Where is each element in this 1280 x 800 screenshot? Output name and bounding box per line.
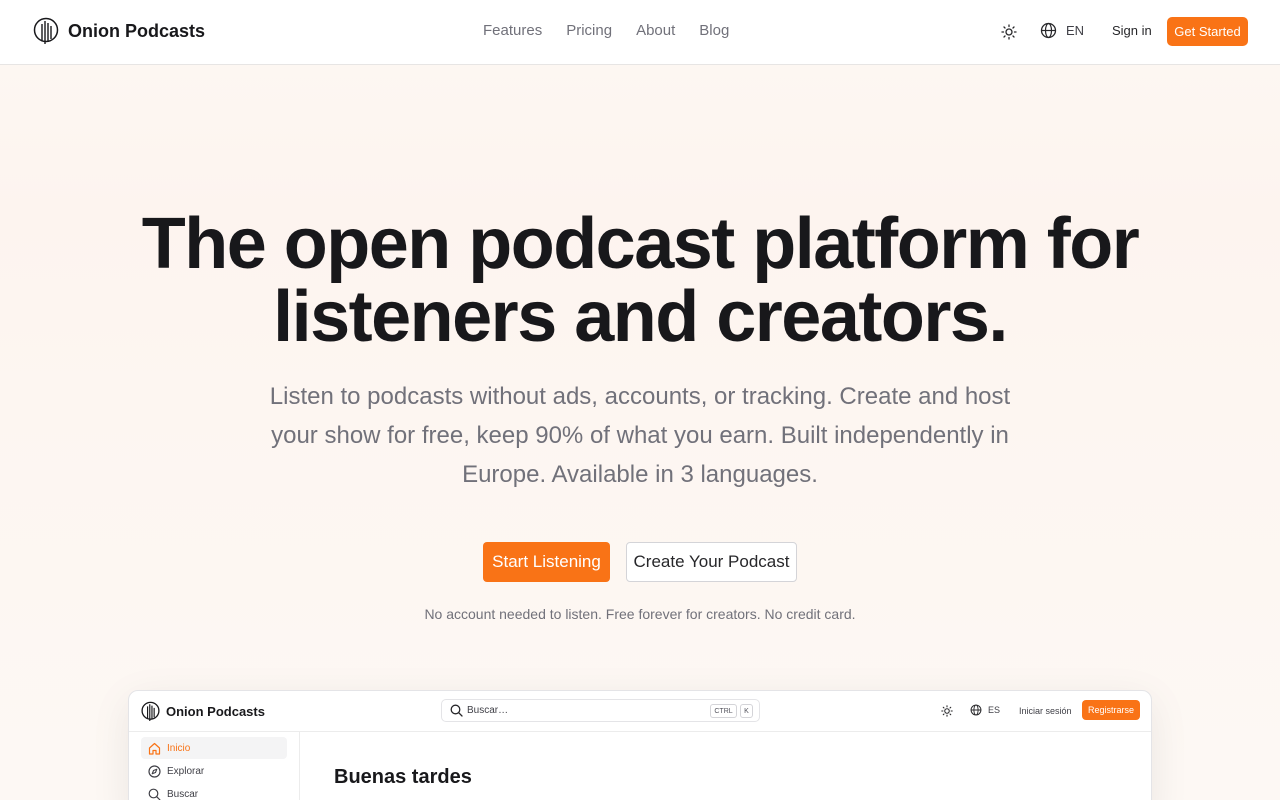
preview-sidebar: Inicio Explorar Buscar xyxy=(129,732,300,800)
onion-logo-icon xyxy=(33,17,59,44)
get-started-button[interactable]: Get Started xyxy=(1167,17,1248,46)
preview-register-button: Registrarse xyxy=(1082,700,1140,720)
preview-sidebar-label: Explorar xyxy=(167,765,205,777)
sign-in-link[interactable]: Sign in xyxy=(1112,23,1152,38)
theme-toggle-button[interactable] xyxy=(999,22,1019,42)
preview-sidebar-item-inicio: Inicio xyxy=(141,737,287,759)
preview-brand-name: Onion Podcasts xyxy=(166,704,265,719)
preview-sidebar-item-buscar: Buscar xyxy=(141,783,287,800)
globe-icon xyxy=(1040,22,1057,39)
preview-search-placeholder: Buscar… xyxy=(467,705,509,716)
language-label: EN xyxy=(1066,23,1085,38)
nav-about[interactable]: About xyxy=(636,22,675,39)
globe-icon xyxy=(970,704,982,716)
preview-greeting: Buenas tardes xyxy=(334,766,472,788)
preview-search-input: Buscar… CTRL K xyxy=(441,699,760,722)
hero-note: No account needed to listen. Free foreve… xyxy=(424,606,856,622)
hero-title-line-1: The open podcast platform for xyxy=(141,204,1140,284)
main-nav: Features Pricing About Blog xyxy=(483,22,729,39)
nav-features[interactable]: Features xyxy=(483,22,542,39)
preview-theme-toggle xyxy=(941,704,953,722)
kbd-k: K xyxy=(740,704,753,718)
language-selector[interactable]: EN xyxy=(1040,22,1084,39)
sun-icon xyxy=(1001,24,1017,40)
nav-blog[interactable]: Blog xyxy=(699,22,729,39)
kbd-ctrl: CTRL xyxy=(710,704,737,718)
preview-sidebar-label: Inicio xyxy=(167,742,191,754)
preview-brand: Onion Podcasts xyxy=(141,701,265,722)
search-icon xyxy=(450,704,463,717)
preview-language-selector: ES xyxy=(970,704,1000,716)
brand-name: Onion Podcasts xyxy=(68,20,206,41)
nav-pricing[interactable]: Pricing xyxy=(566,22,612,39)
preview-sign-in: Iniciar sesión xyxy=(1019,706,1072,716)
preview-sidebar-label: Buscar xyxy=(167,788,199,800)
app-preview: Onion Podcasts Buscar… CTRL K ES Iniciar… xyxy=(128,690,1152,800)
compass-icon xyxy=(148,764,161,778)
create-podcast-button[interactable]: Create Your Podcast xyxy=(626,542,797,582)
preview-header: Onion Podcasts Buscar… CTRL K ES Iniciar… xyxy=(129,691,1151,732)
home-icon xyxy=(148,742,161,755)
hero-title: The open podcast platform for listeners … xyxy=(0,208,1280,354)
sun-icon xyxy=(941,705,953,717)
hero-title-line-2: listeners and creators. xyxy=(273,277,1008,357)
site-header: Onion Podcasts Features Pricing About Bl… xyxy=(0,0,1280,65)
preview-language-label: ES xyxy=(988,705,1001,715)
onion-logo-icon xyxy=(141,701,160,721)
search-icon xyxy=(148,788,161,800)
preview-sidebar-item-explorar: Explorar xyxy=(141,760,287,782)
hero-subtitle: Listen to podcasts without ads, accounts… xyxy=(269,383,1011,488)
start-listening-button[interactable]: Start Listening xyxy=(483,542,610,582)
brand[interactable]: Onion Podcasts xyxy=(33,17,205,45)
